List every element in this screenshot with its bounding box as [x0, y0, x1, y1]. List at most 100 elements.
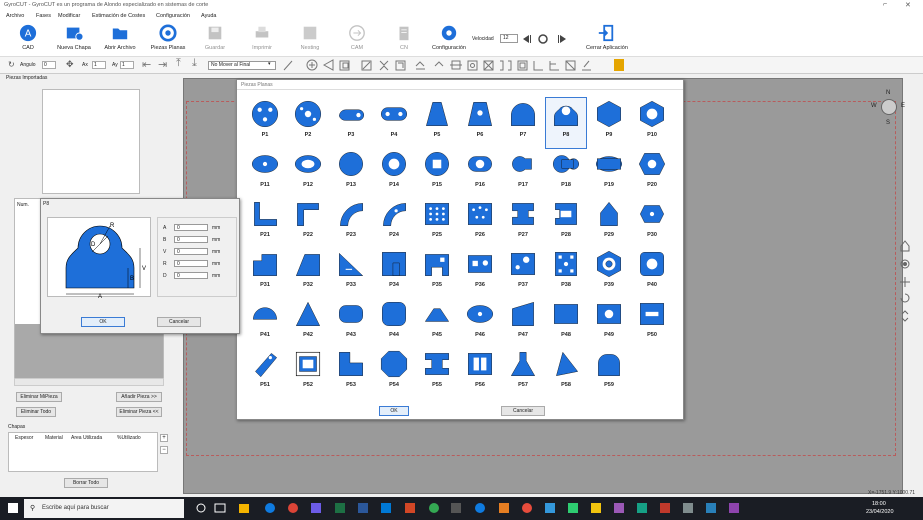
view-controls[interactable] — [898, 236, 912, 326]
piece-option-p56[interactable]: P56 — [460, 348, 500, 398]
piece-option-p10[interactable]: P10 — [632, 98, 672, 148]
piece-option-p3[interactable]: P3 — [331, 98, 371, 148]
piece-option-p12[interactable]: P12 — [288, 148, 328, 198]
ay-input[interactable]: 1 — [120, 61, 134, 69]
arrow-right-icon[interactable]: ⇥ — [158, 58, 167, 71]
piece-option-p16[interactable]: P16 — [460, 148, 500, 198]
piece-option-p37[interactable]: P37 — [503, 248, 543, 298]
piece-option-p59[interactable]: P59 — [589, 348, 629, 398]
piece-option-p17[interactable]: P17 — [503, 148, 543, 198]
piece-option-p55[interactable]: P55 — [417, 348, 457, 398]
configuration-button[interactable]: Configuración — [431, 24, 467, 51]
piece-option-p6[interactable]: P6 — [460, 98, 500, 148]
remove-sheet-icon[interactable]: − — [160, 446, 168, 454]
horizontal-scrollbar[interactable] — [14, 378, 164, 386]
add-piece-button[interactable]: Añadir Pieza >> — [116, 392, 162, 402]
piece-option-p21[interactable]: P21 — [245, 198, 285, 248]
param-cancel-button[interactable]: Cancelar — [157, 317, 201, 327]
piece-option-p50[interactable]: P50 — [632, 298, 672, 348]
speed-select[interactable]: 12 — [500, 34, 518, 43]
ok-button[interactable]: OK — [379, 406, 409, 416]
minimize-icon[interactable]: ⌐ — [883, 1, 887, 8]
add-sheet-icon[interactable]: + — [160, 434, 168, 442]
piece-option-p11[interactable]: P11 — [245, 148, 285, 198]
piece-option-p46[interactable]: P46 — [460, 298, 500, 348]
menu-configuracion[interactable]: Configuración — [156, 13, 190, 19]
piece-option-p58[interactable]: P58 — [546, 348, 586, 398]
piece-option-p40[interactable]: P40 — [632, 248, 672, 298]
taskbar-search-box[interactable]: ⚲ Escribe aquí para buscar — [24, 499, 184, 518]
piece-option-p54[interactable]: P54 — [374, 348, 414, 398]
menu-ayuda[interactable]: Ayuda — [201, 13, 217, 19]
param-input-v[interactable]: 0 — [174, 248, 208, 255]
piece-option-p53[interactable]: P53 — [331, 348, 371, 398]
piece-option-p20[interactable]: P20 — [632, 148, 672, 198]
piece-option-p34[interactable]: P34 — [374, 248, 414, 298]
ax-input[interactable]: 1 — [92, 61, 106, 69]
param-input-d[interactable]: 0 — [174, 272, 208, 279]
piece-option-p27[interactable]: P27 — [503, 198, 543, 248]
taskbar-app-icons[interactable] — [195, 501, 755, 516]
playback-controls-icon[interactable] — [522, 34, 568, 44]
menu-modificar[interactable]: Modificar — [58, 13, 80, 19]
piece-option-p29[interactable]: P29 — [589, 198, 629, 248]
param-input-r[interactable]: 0 — [174, 260, 208, 267]
remove-mypiece-button[interactable]: Eliminar MiPieza — [16, 392, 62, 402]
clock-date[interactable]: 23/04/2020 — [866, 509, 894, 515]
piece-option-p9[interactable]: P9 — [589, 98, 629, 148]
param-input-b[interactable]: 0 — [174, 236, 208, 243]
tool-icons-strip[interactable] — [282, 59, 622, 72]
windows-start-icon[interactable] — [8, 503, 18, 513]
piece-option-p7[interactable]: P7 — [503, 98, 543, 148]
print-button[interactable]: Imprimir — [244, 24, 280, 51]
piece-option-p14[interactable]: P14 — [374, 148, 414, 198]
piece-option-p15[interactable]: P15 — [417, 148, 457, 198]
piece-option-p24[interactable]: P24 — [374, 198, 414, 248]
piece-option-p2[interactable]: P2 — [288, 98, 328, 148]
piece-option-p19[interactable]: P19 — [589, 148, 629, 198]
menu-archivo[interactable]: Archivo — [6, 13, 24, 19]
arrow-down-icon[interactable]: ⤓ — [192, 57, 197, 70]
piece-option-p30[interactable]: P30 — [632, 198, 672, 248]
piece-option-p57[interactable]: P57 — [503, 348, 543, 398]
piece-option-p13[interactable]: P13 — [331, 148, 371, 198]
piece-option-p32[interactable]: P32 — [288, 248, 328, 298]
mode-select[interactable]: No Mover al Final — [208, 61, 276, 70]
piece-option-p28[interactable]: P28 — [546, 198, 586, 248]
piece-option-p8[interactable]: P8 — [545, 97, 587, 149]
piece-option-p25[interactable]: P25 — [417, 198, 457, 248]
piece-option-p48[interactable]: P48 — [546, 298, 586, 348]
menu-estimacion[interactable]: Estimación de Costes — [92, 13, 145, 19]
clock-time[interactable]: 18:00 — [872, 501, 886, 507]
remove-all-button[interactable]: Eliminar Todo — [16, 407, 56, 417]
sheets-table[interactable]: Espesor Material Area Utilizada %Utiliza… — [8, 432, 158, 472]
piece-option-p31[interactable]: P31 — [245, 248, 285, 298]
piece-option-p33[interactable]: P33 — [331, 248, 371, 298]
piece-option-p23[interactable]: P23 — [331, 198, 371, 248]
remove-piece-button[interactable]: Eliminar Pieza << — [116, 407, 162, 417]
close-icon[interactable]: ✕ — [905, 1, 911, 9]
cad-button[interactable]: A CAD — [10, 24, 46, 51]
piece-option-p18[interactable]: P18 — [546, 148, 586, 198]
rotate-icon[interactable]: ↻ — [8, 60, 15, 69]
piece-option-p43[interactable]: P43 — [331, 298, 371, 348]
piece-option-p51[interactable]: P51 — [245, 348, 285, 398]
piece-option-p35[interactable]: P35 — [417, 248, 457, 298]
new-sheet-button[interactable]: Nueva Chapa — [56, 24, 92, 51]
piece-option-p45[interactable]: P45 — [417, 298, 457, 348]
piece-option-p36[interactable]: P36 — [460, 248, 500, 298]
piece-option-p5[interactable]: P5 — [417, 98, 457, 148]
cam-button[interactable]: CAM — [339, 24, 375, 51]
compass[interactable]: N S W E — [871, 90, 907, 126]
angle-input[interactable]: 0 — [42, 61, 56, 69]
open-file-button[interactable]: Abrir Archivo — [102, 24, 138, 51]
piece-option-p52[interactable]: P52 — [288, 348, 328, 398]
arrow-up-icon[interactable]: ⤒ — [176, 57, 181, 70]
piece-option-p42[interactable]: P42 — [288, 298, 328, 348]
piece-option-p47[interactable]: P47 — [503, 298, 543, 348]
cancel-button[interactable]: Cancelar — [501, 406, 545, 416]
piece-option-p22[interactable]: P22 — [288, 198, 328, 248]
param-input-a[interactable]: 0 — [174, 224, 208, 231]
nesting-button[interactable]: Nesting — [292, 24, 328, 51]
cn-button[interactable]: CN — [386, 24, 422, 51]
